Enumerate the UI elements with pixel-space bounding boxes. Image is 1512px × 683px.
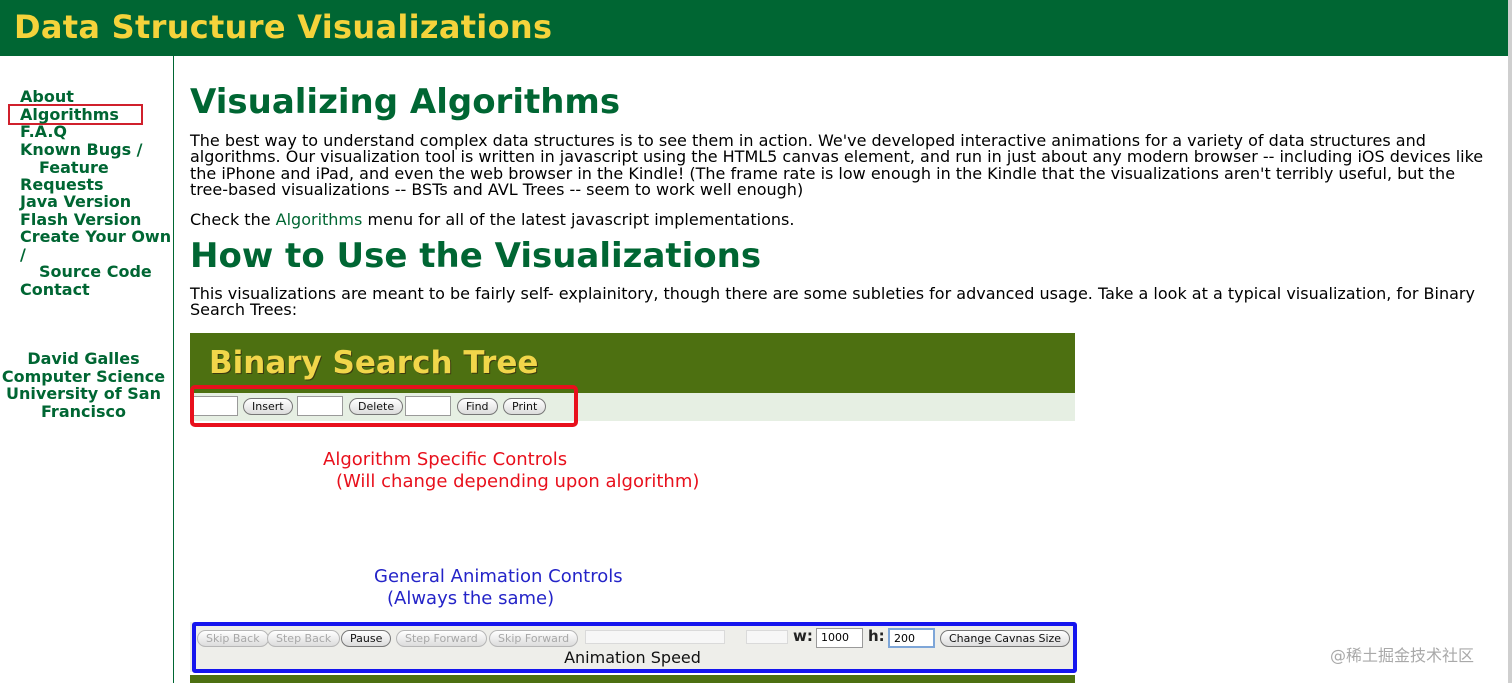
nav-link-algorithms[interactable]: Algorithms	[20, 106, 119, 124]
nav-link-create-line2: /	[20, 244, 26, 264]
figure-bottom-strip	[190, 675, 1075, 683]
nav-link-known-bugs-line3: Requests	[20, 175, 104, 194]
sidebar: About Algorithms F.A.Q Known Bugs / Feat…	[0, 56, 173, 683]
general-note-line2: (Always the same)	[387, 588, 555, 609]
check-suffix: menu for all of the latest javascript im…	[362, 210, 795, 229]
bst-screenshot-figure: Binary Search Tree Insert Delete Find Pr…	[190, 333, 1077, 683]
author-univ-line1: University of San	[6, 384, 161, 403]
author-univ-line2: Francisco	[41, 401, 126, 421]
nav-link-known-bugs[interactable]: Known Bugs / Feature Requests	[20, 141, 143, 194]
check-prefix: Check the	[190, 210, 276, 229]
heading-how-to-use: How to Use the Visualizations	[190, 236, 762, 276]
algo-note-line1: Algorithm Specific Controls	[323, 449, 568, 470]
nav-link-about[interactable]: About	[20, 88, 74, 106]
general-controls-highlight	[192, 622, 1077, 673]
nav-link-contact[interactable]: Contact	[20, 281, 90, 299]
nav-link-create-your-own[interactable]: Create Your Own / Source Code	[20, 228, 171, 281]
heading-visualizing-algorithms: Visualizing Algorithms	[190, 82, 621, 122]
figure-title: Binary Search Tree	[209, 345, 539, 381]
nav-link-faq[interactable]: F.A.Q	[20, 123, 67, 141]
nav-link-known-bugs-line2: Feature	[39, 157, 109, 177]
site-title: Data Structure Visualizations	[14, 8, 553, 46]
intro-paragraph: The best way to understand complex data …	[190, 131, 1484, 199]
author-name: David Galles	[27, 349, 140, 368]
nav-link-create-line3: Source Code	[39, 262, 152, 281]
algorithm-controls-highlight	[190, 385, 578, 427]
nav-link-known-bugs-line1: Known Bugs /	[20, 140, 143, 159]
algo-note-line2: (Will change depending upon algorithm)	[336, 471, 700, 492]
site-header: Data Structure Visualizations	[0, 0, 1508, 56]
nav-link-java-version[interactable]: Java Version	[20, 193, 131, 211]
check-algorithms-paragraph: Check the Algorithms menu for all of the…	[190, 210, 1495, 229]
author-dept: Computer Science	[1, 366, 166, 386]
general-note-line1: General Animation Controls	[374, 566, 623, 587]
algorithms-inline-link[interactable]: Algorithms	[276, 210, 363, 229]
nav-link-create-line1: Create Your Own	[20, 227, 172, 246]
scrollbar[interactable]	[1508, 0, 1512, 683]
figure-banner: Binary Search Tree	[190, 333, 1075, 393]
nav-link-flash-version[interactable]: Flash Version	[20, 211, 141, 229]
howto-paragraph: This visualizations are meant to be fair…	[190, 284, 1475, 320]
author-block: David Galles Computer Science University…	[0, 350, 167, 420]
sidebar-divider	[173, 56, 174, 683]
watermark: @稀土掘金技术社区	[1330, 646, 1475, 665]
